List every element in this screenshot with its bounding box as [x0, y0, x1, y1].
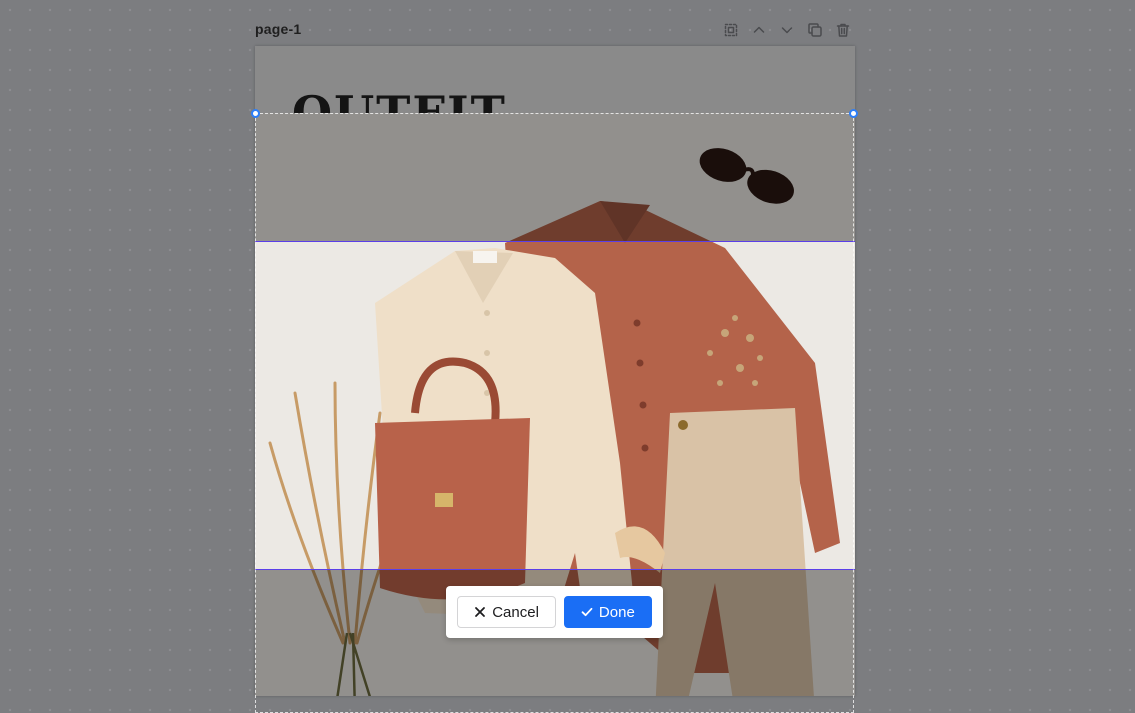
page-label[interactable]: page-1 [255, 21, 301, 37]
duplicate-icon[interactable] [806, 21, 824, 39]
chevron-down-icon[interactable] [778, 21, 796, 39]
trash-icon[interactable] [834, 21, 852, 39]
close-icon [475, 607, 486, 617]
check-icon [581, 607, 593, 617]
ungroup-icon[interactable] [722, 21, 740, 39]
crop-area[interactable] [255, 241, 855, 570]
chevron-up-icon[interactable] [750, 21, 768, 39]
done-button[interactable]: Done [563, 596, 652, 628]
outfit-photo [255, 242, 855, 569]
resize-handle-top-right[interactable] [849, 109, 858, 118]
resize-handle-top-left[interactable] [251, 109, 260, 118]
crop-action-bar: Cancel Done [446, 586, 663, 638]
done-label: Done [598, 603, 635, 621]
cancel-button[interactable]: Cancel [457, 596, 556, 628]
cancel-label: Cancel [492, 603, 539, 621]
page-toolbar [722, 21, 852, 39]
